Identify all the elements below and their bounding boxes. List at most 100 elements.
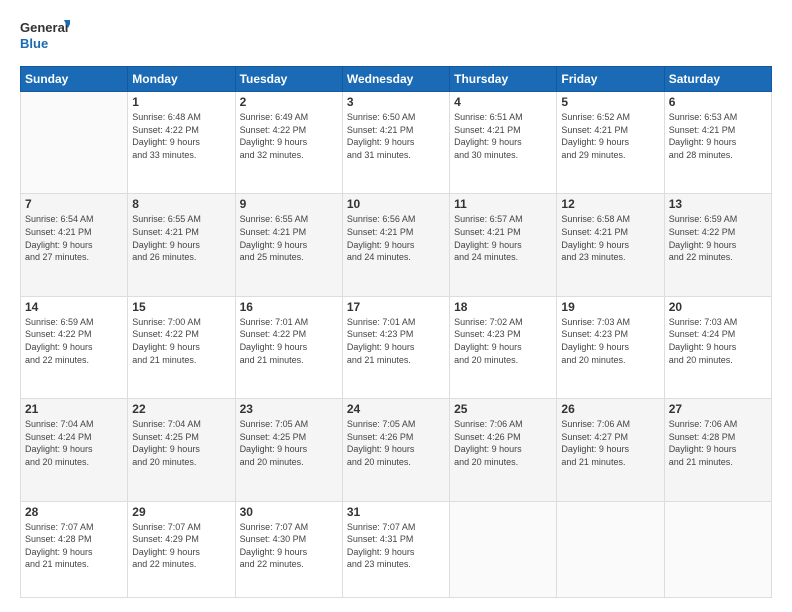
calendar-cell: 21 Sunrise: 7:04 AMSunset: 4:24 PMDayligh… (21, 399, 128, 501)
calendar-cell: 14 Sunrise: 6:59 AMSunset: 4:22 PMDayligh… (21, 296, 128, 398)
day-number: 23 (240, 402, 338, 416)
calendar-cell: 30Sunrise: 7:07 AMSunset: 4:30 PMDayligh… (235, 501, 342, 597)
day-number: 16 (240, 300, 338, 314)
calendar-cell: 6 Sunrise: 6:53 AMSunset: 4:21 PMDaylight… (664, 92, 771, 194)
day-number: 7 (25, 197, 123, 211)
calendar-cell (557, 501, 664, 597)
calendar-cell (664, 501, 771, 597)
day-info: Sunrise: 7:07 AMSunset: 4:28 PMDaylight:… (25, 521, 123, 571)
day-number: 3 (347, 95, 445, 109)
calendar-cell: 18 Sunrise: 7:02 AMSunset: 4:23 PMDayligh… (450, 296, 557, 398)
calendar-cell: 16 Sunrise: 7:01 AMSunset: 4:22 PMDayligh… (235, 296, 342, 398)
day-info: Sunrise: 7:01 AMSunset: 4:23 PMDaylight:… (347, 316, 445, 366)
day-info: Sunrise: 6:59 AMSunset: 4:22 PMDaylight:… (669, 213, 767, 263)
day-number: 21 (25, 402, 123, 416)
day-info: Sunrise: 7:00 AMSunset: 4:22 PMDaylight:… (132, 316, 230, 366)
day-number: 20 (669, 300, 767, 314)
day-info: Sunrise: 6:59 AMSunset: 4:22 PMDaylight:… (25, 316, 123, 366)
day-number: 17 (347, 300, 445, 314)
calendar-header-friday: Friday (557, 67, 664, 92)
calendar-cell: 9Sunrise: 6:55 AMSunset: 4:21 PMDaylight… (235, 194, 342, 296)
day-number: 12 (561, 197, 659, 211)
day-number: 31 (347, 505, 445, 519)
svg-text:General: General (20, 20, 68, 35)
day-number: 15 (132, 300, 230, 314)
calendar-cell: 8 Sunrise: 6:55 AMSunset: 4:21 PMDaylight… (128, 194, 235, 296)
day-info: Sunrise: 7:05 AMSunset: 4:26 PMDaylight:… (347, 418, 445, 468)
calendar-cell: 27Sunrise: 7:06 AMSunset: 4:28 PMDayligh… (664, 399, 771, 501)
day-number: 25 (454, 402, 552, 416)
calendar-cell: 19Sunrise: 7:03 AMSunset: 4:23 PMDayligh… (557, 296, 664, 398)
calendar-header-monday: Monday (128, 67, 235, 92)
calendar-cell: 29Sunrise: 7:07 AMSunset: 4:29 PMDayligh… (128, 501, 235, 597)
calendar-cell: 15 Sunrise: 7:00 AMSunset: 4:22 PMDayligh… (128, 296, 235, 398)
day-info: Sunrise: 7:02 AMSunset: 4:23 PMDaylight:… (454, 316, 552, 366)
svg-text:Blue: Blue (20, 36, 48, 51)
day-info: Sunrise: 6:48 AMSunset: 4:22 PMDaylight:… (132, 111, 230, 161)
calendar-cell: 7 Sunrise: 6:54 AMSunset: 4:21 PMDaylight… (21, 194, 128, 296)
calendar-header-sunday: Sunday (21, 67, 128, 92)
calendar-cell: 24 Sunrise: 7:05 AMSunset: 4:26 PMDayligh… (342, 399, 449, 501)
calendar-cell: 10 Sunrise: 6:56 AMSunset: 4:21 PMDayligh… (342, 194, 449, 296)
calendar-cell: 23 Sunrise: 7:05 AMSunset: 4:25 PMDayligh… (235, 399, 342, 501)
calendar-cell: 20 Sunrise: 7:03 AMSunset: 4:24 PMDayligh… (664, 296, 771, 398)
logo: General Blue (20, 18, 70, 56)
day-info: Sunrise: 7:04 AMSunset: 4:25 PMDaylight:… (132, 418, 230, 468)
day-number: 9 (240, 197, 338, 211)
day-info: Sunrise: 7:07 AMSunset: 4:30 PMDaylight:… (240, 521, 338, 571)
calendar-cell: 11Sunrise: 6:57 AMSunset: 4:21 PMDayligh… (450, 194, 557, 296)
calendar-cell: 2 Sunrise: 6:49 AMSunset: 4:22 PMDaylight… (235, 92, 342, 194)
day-info: Sunrise: 7:06 AMSunset: 4:26 PMDaylight:… (454, 418, 552, 468)
day-info: Sunrise: 6:51 AMSunset: 4:21 PMDaylight:… (454, 111, 552, 161)
calendar-cell: 12 Sunrise: 6:58 AMSunset: 4:21 PMDayligh… (557, 194, 664, 296)
day-info: Sunrise: 7:04 AMSunset: 4:24 PMDaylight:… (25, 418, 123, 468)
logo-svg: General Blue (20, 18, 70, 56)
calendar-cell: 31 Sunrise: 7:07 AMSunset: 4:31 PMDayligh… (342, 501, 449, 597)
page: General Blue SundayMondayTuesdayWednesda… (0, 0, 792, 612)
day-number: 1 (132, 95, 230, 109)
day-number: 4 (454, 95, 552, 109)
day-number: 14 (25, 300, 123, 314)
day-info: Sunrise: 6:49 AMSunset: 4:22 PMDaylight:… (240, 111, 338, 161)
day-number: 8 (132, 197, 230, 211)
day-info: Sunrise: 7:05 AMSunset: 4:25 PMDaylight:… (240, 418, 338, 468)
calendar-cell: 4 Sunrise: 6:51 AMSunset: 4:21 PMDaylight… (450, 92, 557, 194)
day-number: 2 (240, 95, 338, 109)
day-info: Sunrise: 6:58 AMSunset: 4:21 PMDaylight:… (561, 213, 659, 263)
day-info: Sunrise: 6:54 AMSunset: 4:21 PMDaylight:… (25, 213, 123, 263)
header: General Blue (20, 18, 772, 56)
calendar-header-wednesday: Wednesday (342, 67, 449, 92)
calendar-cell: 5 Sunrise: 6:52 AMSunset: 4:21 PMDaylight… (557, 92, 664, 194)
day-info: Sunrise: 7:03 AMSunset: 4:24 PMDaylight:… (669, 316, 767, 366)
day-info: Sunrise: 6:53 AMSunset: 4:21 PMDaylight:… (669, 111, 767, 161)
day-number: 10 (347, 197, 445, 211)
calendar-header-saturday: Saturday (664, 67, 771, 92)
calendar-header-thursday: Thursday (450, 67, 557, 92)
day-info: Sunrise: 6:55 AMSunset: 4:21 PMDaylight:… (132, 213, 230, 263)
calendar-cell (21, 92, 128, 194)
day-info: Sunrise: 7:06 AMSunset: 4:28 PMDaylight:… (669, 418, 767, 468)
day-number: 13 (669, 197, 767, 211)
calendar-cell: 17 Sunrise: 7:01 AMSunset: 4:23 PMDayligh… (342, 296, 449, 398)
calendar-cell: 1 Sunrise: 6:48 AMSunset: 4:22 PMDaylight… (128, 92, 235, 194)
day-info: Sunrise: 6:56 AMSunset: 4:21 PMDaylight:… (347, 213, 445, 263)
day-info: Sunrise: 7:07 AMSunset: 4:31 PMDaylight:… (347, 521, 445, 571)
calendar-cell (450, 501, 557, 597)
calendar-table: SundayMondayTuesdayWednesdayThursdayFrid… (20, 66, 772, 598)
calendar-cell: 25 Sunrise: 7:06 AMSunset: 4:26 PMDayligh… (450, 399, 557, 501)
calendar-header-row: SundayMondayTuesdayWednesdayThursdayFrid… (21, 67, 772, 92)
day-number: 19 (561, 300, 659, 314)
calendar-cell: 22Sunrise: 7:04 AMSunset: 4:25 PMDayligh… (128, 399, 235, 501)
calendar-cell: 13 Sunrise: 6:59 AMSunset: 4:22 PMDayligh… (664, 194, 771, 296)
day-number: 28 (25, 505, 123, 519)
day-number: 18 (454, 300, 552, 314)
day-number: 5 (561, 95, 659, 109)
day-info: Sunrise: 7:01 AMSunset: 4:22 PMDaylight:… (240, 316, 338, 366)
calendar-cell: 28 Sunrise: 7:07 AMSunset: 4:28 PMDayligh… (21, 501, 128, 597)
day-number: 24 (347, 402, 445, 416)
day-info: Sunrise: 7:07 AMSunset: 4:29 PMDaylight:… (132, 521, 230, 571)
day-info: Sunrise: 6:52 AMSunset: 4:21 PMDaylight:… (561, 111, 659, 161)
calendar-header-tuesday: Tuesday (235, 67, 342, 92)
day-info: Sunrise: 7:06 AMSunset: 4:27 PMDaylight:… (561, 418, 659, 468)
day-number: 6 (669, 95, 767, 109)
